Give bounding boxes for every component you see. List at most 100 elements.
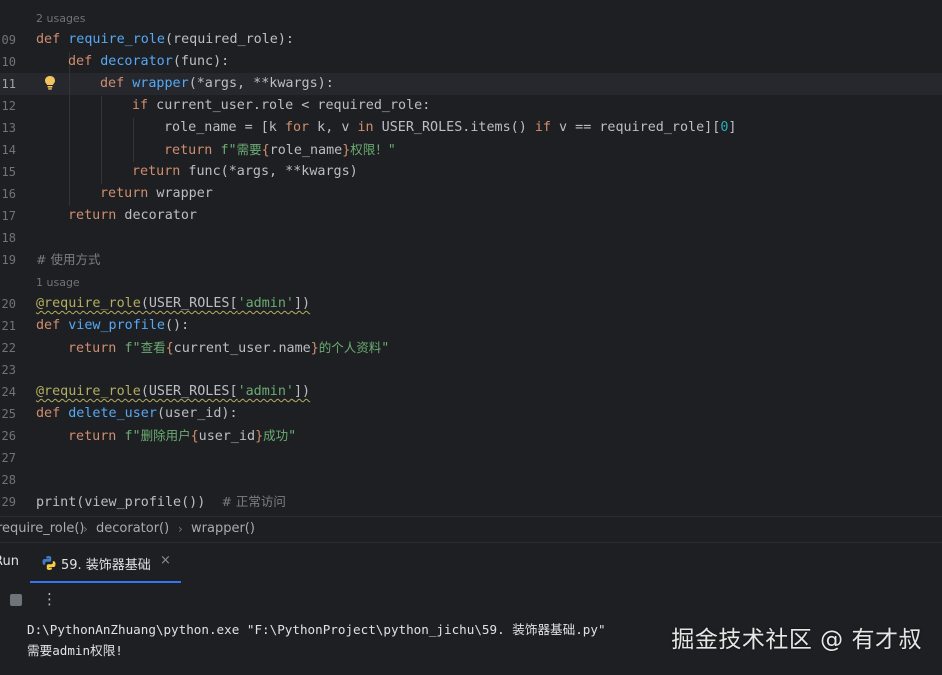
code-text: USER_ROLES.items(): [373, 120, 535, 135]
code-text: ]: [728, 120, 737, 135]
code-text: (user_id):: [156, 406, 238, 421]
usages-hint[interactable]: 1 usage: [36, 274, 80, 292]
format-brace: {: [190, 429, 199, 444]
line-number: 16: [1, 187, 16, 201]
breadcrumb-item[interactable]: decorator(): [96, 517, 169, 541]
code-text: current_user.name: [173, 341, 311, 356]
line-number: 12: [1, 99, 16, 113]
code-text: (USER_ROLES[: [140, 384, 238, 399]
line-number: 24: [1, 385, 16, 399]
keyword: for: [284, 120, 310, 135]
run-tab-bar: Run 59. 装饰器基础 ×: [0, 543, 942, 583]
watermark: 掘金技术社区 @ 有才叔: [671, 627, 922, 653]
code-line[interactable]: def view_profile():: [36, 315, 942, 337]
keyword: if: [534, 120, 551, 135]
breadcrumb-item[interactable]: wrapper(): [191, 517, 255, 541]
tab-run-configuration[interactable]: 59. 装饰器基础 ×: [30, 543, 181, 583]
keyword: def: [36, 32, 61, 47]
code-text: current_user.role < required_role:: [148, 98, 431, 113]
string-literal: ": [288, 429, 297, 444]
code-line[interactable]: return f"删除用户{user_id}成功": [68, 425, 942, 447]
line-number: 09: [1, 33, 16, 47]
string-literal: 'admin': [237, 296, 294, 311]
keyword: def: [36, 406, 61, 421]
format-brace: }: [310, 341, 319, 356]
line-number: 22: [1, 341, 16, 355]
code-text: ]): [294, 384, 311, 399]
code-line[interactable]: return f"查看{current_user.name}的个人资料": [68, 337, 942, 359]
tab-label: 59. 装饰器基础: [61, 558, 151, 573]
keyword: return: [164, 143, 213, 158]
code-text: wrapper: [148, 186, 213, 201]
string-literal: 的个人资料: [318, 340, 382, 355]
keyword: def: [68, 54, 93, 69]
decorator: @require_role: [36, 296, 141, 311]
decorator: @require_role: [36, 384, 141, 399]
lightbulb-icon[interactable]: [43, 75, 57, 91]
code-line[interactable]: def require_role(required_role):: [36, 29, 942, 51]
keyword: return: [68, 208, 117, 223]
code-text: ():: [165, 318, 190, 333]
function-name: view_profile: [68, 318, 165, 333]
string-literal: f": [124, 429, 141, 444]
more-vertical-icon[interactable]: ⋮: [42, 589, 57, 609]
code-line[interactable]: def wrapper(*args, **kwargs):: [100, 73, 942, 95]
code-line[interactable]: @require_role(USER_ROLES['admin']): [36, 381, 942, 403]
string-literal: 成功: [263, 428, 289, 443]
indent-guide: [101, 96, 102, 184]
string-literal: f": [124, 341, 141, 356]
format-brace: }: [255, 429, 264, 444]
code-line[interactable]: return f"需要{role_name}权限！": [164, 139, 942, 161]
function-name: decorator: [100, 54, 173, 69]
code-line[interactable]: role_name = [k for k, v in USER_ROLES.it…: [164, 117, 942, 139]
code-line[interactable]: # 使用方式: [36, 249, 942, 271]
code-text: (func):: [172, 54, 230, 69]
code-text: (required_role):: [165, 32, 294, 47]
breadcrumb-separator: ›: [83, 522, 88, 536]
string-literal: 查看: [140, 340, 166, 355]
code-line[interactable]: return decorator: [68, 205, 942, 227]
breadcrumb-separator: ›: [178, 522, 183, 536]
code-line[interactable]: print(view_profile()) # 正常访问: [36, 491, 942, 513]
string-literal: f": [220, 143, 237, 158]
line-number: 10: [1, 55, 16, 69]
string-literal: ": [387, 143, 396, 158]
keyword: return: [132, 164, 181, 179]
code-text: k, v: [309, 120, 358, 135]
function-name: delete_user: [68, 406, 157, 421]
format-brace: {: [261, 143, 270, 158]
code-line[interactable]: return func(*args, **kwargs): [132, 161, 942, 183]
line-number: 15: [1, 165, 16, 179]
keyword: def: [36, 318, 61, 333]
stop-icon[interactable]: [10, 594, 22, 606]
code-line[interactable]: def delete_user(user_id):: [36, 403, 942, 425]
line-number: 20: [1, 297, 16, 311]
run-toolbar: [0, 584, 942, 616]
code-line[interactable]: def decorator(func):: [68, 51, 942, 73]
breadcrumb-item[interactable]: require_role(): [0, 517, 84, 541]
function-name: require_role: [68, 32, 165, 47]
line-number: 13: [1, 121, 16, 135]
line-number: 18: [1, 231, 16, 245]
line-number: 21: [1, 319, 16, 333]
code-text: role_name = [k: [164, 120, 285, 135]
keyword: in: [357, 120, 374, 135]
code-editor[interactable]: 2 usages 1 usage 09 10 11 12 13 14 15 16…: [0, 0, 942, 516]
line-number: 23: [1, 363, 16, 377]
code-text: v == required_role][: [551, 120, 721, 135]
code-line[interactable]: if current_user.role < required_role:: [132, 95, 942, 117]
run-tool-window: Run 59. 装饰器基础 × ⋮ D:\PythonAnZhuang\pyth…: [0, 542, 942, 675]
code-line[interactable]: return wrapper: [100, 183, 942, 205]
code-text: (*args, **kwargs):: [188, 76, 334, 91]
line-number: 14: [1, 143, 16, 157]
line-number: 28: [1, 473, 16, 487]
usages-hint[interactable]: 2 usages: [36, 10, 85, 28]
breadcrumb: require_role() › decorator() › wrapper(): [0, 516, 942, 543]
close-icon[interactable]: ×: [160, 553, 171, 568]
keyword: return: [68, 341, 117, 356]
code-comment: # 正常访问: [221, 494, 286, 509]
indent-guide: [133, 118, 134, 162]
code-line[interactable]: @require_role(USER_ROLES['admin']): [36, 293, 942, 315]
code-text: decorator: [116, 208, 197, 223]
console-output-line: D:\PythonAnZhuang\python.exe "F:\PythonP…: [27, 622, 606, 637]
